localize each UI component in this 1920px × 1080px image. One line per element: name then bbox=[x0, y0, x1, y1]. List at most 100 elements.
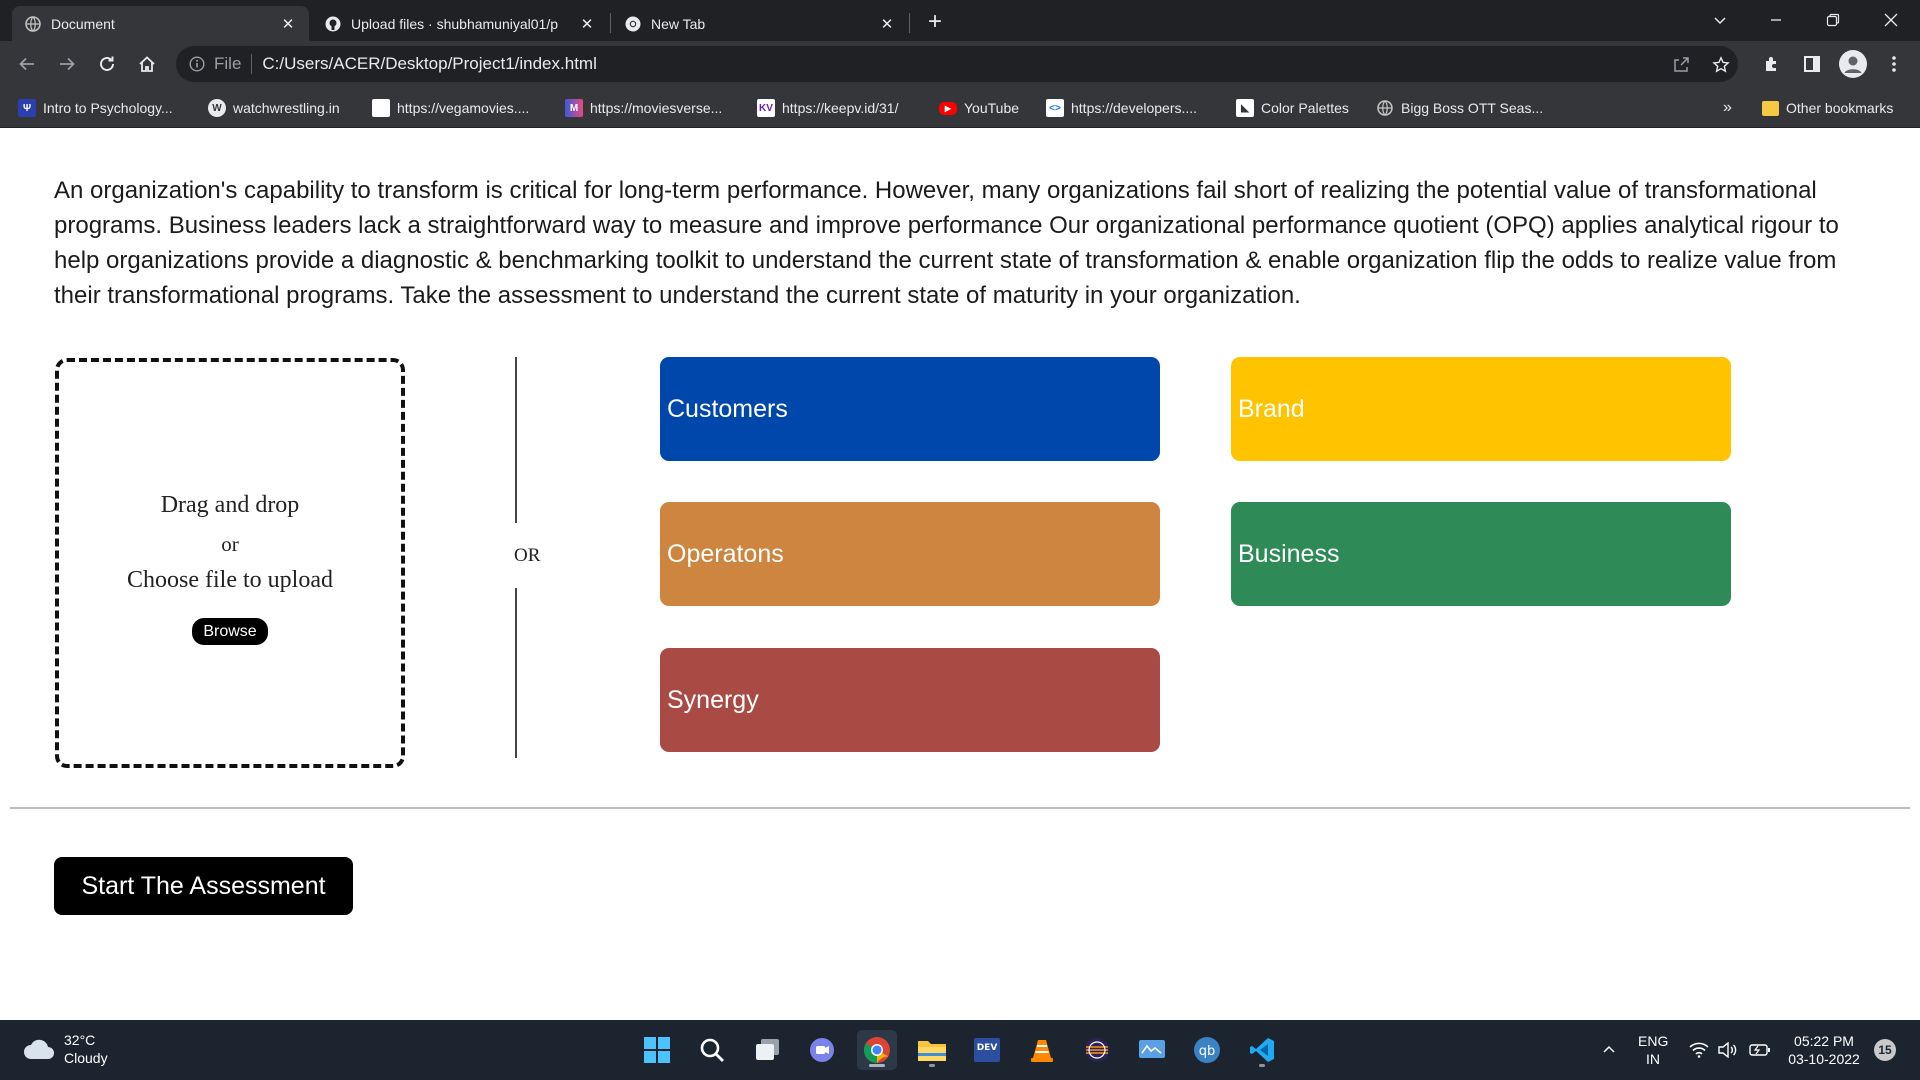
share-icon[interactable] bbox=[1670, 54, 1692, 76]
bookmark-star-icon[interactable] bbox=[1710, 54, 1732, 76]
weather-temp: 32°C bbox=[64, 1032, 96, 1048]
bookmarks-overflow-button[interactable]: » bbox=[1723, 97, 1732, 119]
category-operations[interactable]: Operatons bbox=[660, 502, 1160, 606]
url-scheme: File bbox=[214, 54, 242, 73]
chrome-icon bbox=[624, 15, 641, 32]
new-tab-button[interactable]: + bbox=[921, 8, 949, 36]
teams-chat-icon[interactable] bbox=[802, 1030, 842, 1070]
bookmark-label: https://moviesverse... bbox=[590, 100, 723, 116]
close-icon[interactable]: ✕ bbox=[878, 15, 896, 33]
windows-start-icon[interactable] bbox=[637, 1030, 677, 1070]
language-indicator[interactable]: ENG IN bbox=[1638, 1032, 1668, 1068]
dropzone-or: or bbox=[221, 532, 239, 556]
globe-icon bbox=[1376, 99, 1394, 117]
eclipse-icon[interactable] bbox=[1077, 1030, 1117, 1070]
search-icon[interactable] bbox=[692, 1030, 732, 1070]
restore-icon[interactable] bbox=[1810, 0, 1856, 40]
language-line1: ENG bbox=[1638, 1033, 1669, 1049]
cloud-icon[interactable] bbox=[22, 1037, 56, 1061]
bookmark-label: https://keepv.id/31/ bbox=[782, 100, 899, 116]
qbittorrent-icon[interactable]: qb bbox=[1187, 1030, 1227, 1070]
globe-icon bbox=[24, 15, 41, 32]
dev-icon[interactable]: DEV bbox=[967, 1030, 1007, 1070]
task-view-icon[interactable] bbox=[747, 1030, 787, 1070]
taskbar: 32°C Cloudy DEV qb ENG IN 05:22 PM 03-10… bbox=[0, 1020, 1920, 1080]
weather-widget[interactable]: 32°C Cloudy bbox=[64, 1031, 108, 1067]
close-icon[interactable]: ✕ bbox=[578, 15, 596, 33]
active-indicator bbox=[869, 1064, 885, 1067]
category-brand[interactable]: Brand bbox=[1231, 357, 1731, 461]
youtube-icon: ▶ bbox=[939, 101, 957, 115]
chevron-up-icon[interactable] bbox=[1598, 1039, 1620, 1061]
tab-strip: Document ✕ Upload files · shubhamuniyal0… bbox=[0, 0, 1920, 41]
category-customers[interactable]: Customers bbox=[660, 357, 1160, 461]
minimize-icon[interactable] bbox=[1753, 0, 1799, 40]
monitor-icon[interactable] bbox=[1132, 1030, 1172, 1070]
home-icon[interactable] bbox=[133, 50, 161, 78]
tab-document[interactable]: Document ✕ bbox=[12, 6, 309, 41]
tab-separator bbox=[610, 13, 611, 33]
menu-icon[interactable] bbox=[1882, 52, 1906, 76]
vscode-icon[interactable] bbox=[1242, 1030, 1282, 1070]
bookmark-item[interactable]: ▶ YouTube bbox=[939, 97, 1019, 119]
browse-button[interactable]: Browse bbox=[192, 618, 268, 645]
bookmark-label: watchwrestling.in bbox=[233, 100, 340, 116]
bookmark-item[interactable]: Ψ Intro to Psychology... bbox=[18, 97, 173, 119]
forward-icon[interactable] bbox=[53, 50, 81, 78]
url-separator bbox=[251, 54, 253, 74]
language-line2: IN bbox=[1646, 1051, 1660, 1067]
notification-badge[interactable]: 15 bbox=[1874, 1039, 1896, 1061]
bookmark-item[interactable]: <> https://developers.... bbox=[1046, 97, 1197, 119]
tab-title: New Tab bbox=[651, 15, 706, 32]
wordpress-icon: W bbox=[208, 99, 226, 117]
bookmarks-bar: Ψ Intro to Psychology... W watchwrestlin… bbox=[0, 88, 1920, 128]
battery-icon[interactable] bbox=[1749, 1039, 1771, 1061]
browser-toolbar: File C:/Users/ACER/Desktop/Project1/inde… bbox=[0, 41, 1920, 88]
bookmark-label: Intro to Psychology... bbox=[43, 100, 173, 116]
bookmark-label: Bigg Boss OTT Seas... bbox=[1401, 100, 1544, 116]
bookmark-item[interactable]: M https://moviesverse... bbox=[565, 97, 722, 119]
bookmark-label: Color Palettes bbox=[1261, 100, 1349, 116]
tab-title: Upload files · shubhamuniyal01/p bbox=[351, 15, 559, 32]
tab-search-icon[interactable] bbox=[1697, 0, 1743, 40]
bookmark-label: YouTube bbox=[964, 100, 1020, 116]
category-business[interactable]: Business bbox=[1231, 502, 1731, 606]
bookmark-item[interactable]: Bigg Boss OTT Seas... bbox=[1376, 97, 1543, 119]
chrome-icon[interactable] bbox=[857, 1030, 897, 1070]
divider-line-top bbox=[515, 357, 517, 523]
bookmark-item[interactable]: https://vegamovies.... bbox=[372, 97, 529, 119]
other-bookmarks[interactable]: Other bookmarks bbox=[1762, 97, 1893, 119]
bookmark-item[interactable]: KV https://keepv.id/31/ bbox=[757, 97, 898, 119]
window-close-icon[interactable] bbox=[1868, 0, 1914, 40]
divider-line-bottom bbox=[515, 588, 517, 758]
volume-icon[interactable] bbox=[1716, 1039, 1738, 1061]
tab-separator bbox=[909, 13, 910, 33]
dropzone-title: Drag and drop bbox=[160, 492, 300, 518]
horizontal-divider bbox=[10, 807, 1910, 809]
address-bar[interactable]: File C:/Users/ACER/Desktop/Project1/inde… bbox=[176, 46, 1738, 82]
profile-avatar[interactable] bbox=[1839, 50, 1867, 78]
vlc-icon[interactable] bbox=[1022, 1030, 1062, 1070]
back-icon[interactable] bbox=[13, 50, 41, 78]
clock[interactable]: 05:22 PM 03-10-2022 bbox=[1784, 1032, 1864, 1068]
tab-new-tab[interactable]: New Tab ✕ bbox=[612, 6, 908, 41]
info-icon[interactable] bbox=[188, 55, 206, 73]
start-assessment-button[interactable]: Start The Assessment bbox=[54, 857, 353, 915]
url-text[interactable]: C:/Users/ACER/Desktop/Project1/index.htm… bbox=[262, 54, 596, 74]
file-explorer-icon[interactable] bbox=[912, 1030, 952, 1070]
wifi-icon[interactable] bbox=[1688, 1039, 1710, 1061]
tab-upload-files[interactable]: Upload files · shubhamuniyal01/p ✕ bbox=[312, 6, 608, 41]
running-indicator bbox=[929, 1064, 935, 1067]
file-dropzone[interactable]: Drag and drop or Choose file to upload bbox=[55, 358, 405, 768]
side-panel-icon[interactable] bbox=[1800, 52, 1824, 76]
bookmark-item[interactable]: W watchwrestling.in bbox=[208, 97, 340, 119]
psych-icon: Ψ bbox=[18, 99, 36, 117]
reload-icon[interactable] bbox=[93, 50, 121, 78]
weather-condition: Cloudy bbox=[64, 1050, 108, 1066]
svg-text:qb: qb bbox=[1199, 1044, 1216, 1059]
bookmark-item[interactable]: ◣ Color Palettes bbox=[1236, 97, 1349, 119]
close-icon[interactable]: ✕ bbox=[279, 15, 297, 33]
extensions-icon[interactable] bbox=[1760, 52, 1784, 76]
category-synergy[interactable]: Synergy bbox=[660, 648, 1160, 752]
svg-text:DEV: DEV bbox=[977, 1043, 998, 1053]
